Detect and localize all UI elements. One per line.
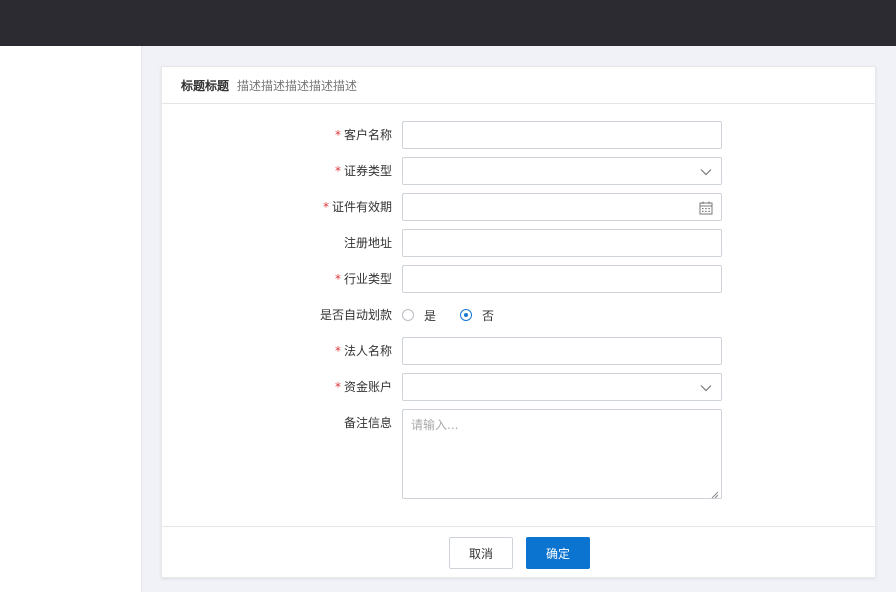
resize-handle-icon[interactable] [711,488,719,499]
required-mark: * [334,128,341,142]
registered-address-label: 注册地址 [343,236,392,250]
card-footer: 取消 确定 [162,526,875,578]
fund-account-label: * 资金账户 [335,373,392,401]
form-row-fund-account: * 资金账户 [162,373,875,401]
industry-type-label-text: 行业类型 [343,272,392,286]
customer-name-label: * 客户名称 [335,121,392,149]
legal-person-name-label-text: 法人名称 [343,344,392,358]
card-header: 标题标题 描述描述描述描述描述 [162,67,875,104]
radio-circle-unchecked[interactable] [402,309,414,321]
confirm-button[interactable]: 确定 [526,537,590,569]
industry-type-input[interactable] [402,265,722,293]
chevron-down-icon [699,381,713,395]
form-row-remarks: 备注信息 请输入... [162,409,875,499]
top-navigation-bar [0,0,896,46]
id-validity-label-text: 证件有效期 [331,200,392,214]
industry-type-label: * 行业类型 [335,265,392,293]
registered-address-input[interactable] [402,229,722,257]
remarks-textarea[interactable]: 请输入... [402,409,722,499]
required-mark: * [334,272,341,286]
form-row-customer-name: * 客户名称 [162,121,875,149]
radio-yes-label: 是 [424,308,437,323]
customer-name-label-text: 客户名称 [343,128,392,142]
auto-debit-radio-no[interactable]: 否 [460,307,494,324]
security-type-select[interactable] [402,157,722,185]
id-validity-date-picker[interactable] [402,193,722,221]
sidebar [0,46,142,592]
fund-account-label-text: 资金账户 [343,380,392,394]
required-mark: * [334,344,341,358]
customer-name-input[interactable] [402,121,722,149]
security-type-label: * 证券类型 [335,157,392,185]
form-row-legal-person-name: * 法人名称 [162,337,875,365]
required-mark: * [322,200,329,214]
remarks-label: 备注信息 [343,416,392,430]
remarks-placeholder: 请输入... [411,418,459,432]
form-row-industry-type: * 行业类型 [162,265,875,293]
id-validity-label: * 证件有效期 [323,193,392,221]
security-type-label-text: 证券类型 [343,164,392,178]
auto-debit-label: 是否自动划款 [319,308,392,322]
radio-circle-checked[interactable] [460,309,473,321]
chevron-down-icon [699,165,713,179]
cancel-button[interactable]: 取消 [449,537,513,569]
card-title: 标题标题 [181,78,230,93]
auto-debit-radio-group: 是 否 [402,301,518,329]
legal-person-name-label: * 法人名称 [335,337,392,365]
auto-debit-radio-yes[interactable]: 是 [402,307,436,324]
form-row-auto-debit: 是否自动划款 是 否 [162,301,875,329]
legal-person-name-input[interactable] [402,337,722,365]
card-description: 描述描述描述描述描述 [237,78,358,93]
fund-account-select[interactable] [402,373,722,401]
calendar-icon[interactable] [699,201,713,215]
form-row-registered-address: 注册地址 [162,229,875,257]
form-card: 标题标题 描述描述描述描述描述 * 客户名称 * 证券类型 * 证件有效期 注册… [161,66,876,578]
form-row-security-type: * 证券类型 [162,157,875,185]
required-mark: * [334,164,341,178]
required-mark: * [334,380,341,394]
form-row-id-validity: * 证件有效期 [162,193,875,221]
radio-no-label: 否 [482,308,495,323]
